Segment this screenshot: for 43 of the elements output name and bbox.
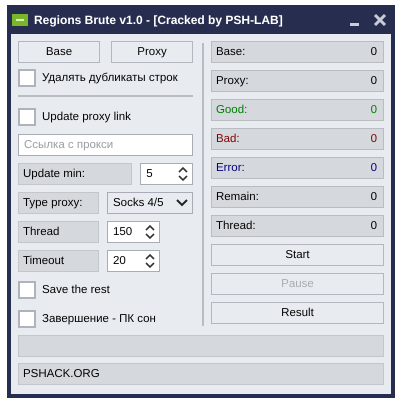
checkbox-label: Удалять дубликаты строк [42, 72, 178, 84]
stat-value: 0 [370, 162, 377, 174]
spin-field[interactable]: 5 [140, 163, 193, 185]
checkbox-label: Update proxy link [42, 111, 131, 123]
stat-label: Bad: [216, 133, 240, 145]
checkbox[interactable] [18, 281, 36, 299]
load-button[interactable]: Base [18, 41, 100, 63]
setting-label: Type proxy: [18, 192, 99, 214]
checkbox[interactable] [18, 310, 36, 328]
spin-arrows-icon[interactable] [145, 253, 155, 269]
spin-field[interactable]: 150 [107, 221, 160, 243]
action-button[interactable]: Result [210, 302, 384, 324]
spin-field[interactable]: 20 [107, 250, 160, 272]
action-button[interactable]: Start [210, 244, 384, 266]
stat-value: 0 [370, 46, 377, 58]
stat-label: Remain: [216, 191, 259, 203]
checkbox-label: Save the rest [42, 284, 110, 296]
chevron-down-icon[interactable] [176, 199, 188, 207]
setting-label: Update min: [18, 163, 132, 185]
stat-value: 0 [370, 104, 377, 116]
stat-value: 0 [370, 133, 377, 145]
load-button[interactable]: Proxy [111, 41, 193, 63]
stat-label: Proxy: [216, 75, 249, 87]
stat-label: Base: [216, 46, 246, 58]
setting-label: Thread [18, 221, 99, 243]
checkbox[interactable] [18, 69, 36, 87]
app-logo-icon [12, 14, 28, 26]
setting-label: Timeout [18, 250, 99, 272]
stat-value: 0 [370, 75, 377, 87]
stat-label: Thread: [216, 220, 256, 232]
stat-value: 0 [370, 220, 377, 232]
spin-arrows-icon[interactable] [178, 166, 188, 182]
proxy-type-dropdown[interactable]: Socks 4/5 [107, 192, 193, 214]
proxy-link-field[interactable]: Ссылка с прокси [18, 134, 193, 156]
status-bar: PSHACK.ORG [18, 363, 384, 385]
stat-label: Good: [216, 104, 248, 116]
close-icon[interactable] [373, 12, 387, 26]
stat-label: Error: [216, 162, 245, 174]
checkbox[interactable] [18, 108, 36, 126]
stat-value: 0 [370, 191, 377, 203]
window-title: Regions Brute v1.0 - [Cracked by PSH-LAB] [34, 12, 284, 26]
checkbox-label: Завершение - ПК сон [42, 313, 156, 325]
spin-arrows-icon[interactable] [145, 224, 155, 240]
